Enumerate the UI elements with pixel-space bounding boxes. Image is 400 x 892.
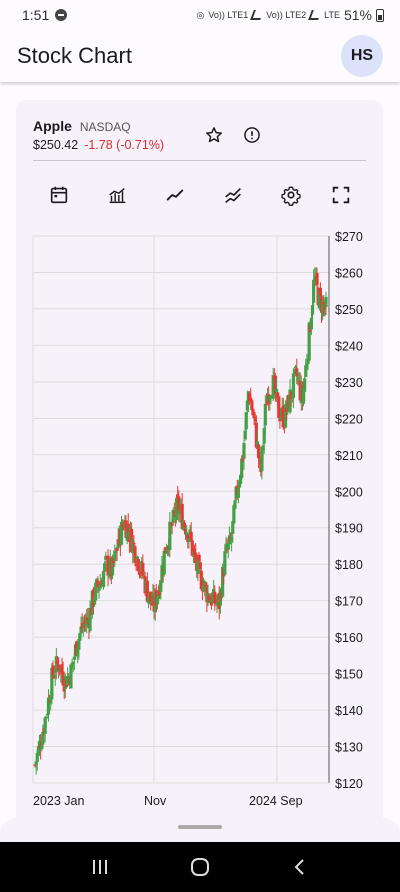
y-tick-label: $210 [335, 449, 363, 463]
back-icon[interactable] [290, 857, 310, 877]
notification-icon [55, 9, 68, 21]
bottom-sheet[interactable] [0, 818, 400, 842]
system-nav-bar [0, 842, 400, 892]
x-tick-label: Nov [144, 794, 167, 808]
candle-body [132, 542, 136, 545]
home-icon[interactable] [189, 856, 211, 878]
compare-icon[interactable] [222, 184, 244, 206]
battery-icon [376, 8, 384, 22]
y-tick-label: $250 [335, 303, 363, 317]
ticker-price: $250.42 [33, 138, 79, 152]
candle-body [315, 272, 319, 286]
y-tick-label: $130 [335, 741, 363, 755]
y-tick-label: $140 [335, 704, 363, 718]
ticker-header: Apple NASDAQ [33, 118, 131, 134]
ticker-symbol: Apple [33, 118, 72, 134]
y-tick-label: $270 [335, 230, 363, 244]
battery-percent: 51% [343, 7, 372, 23]
y-tick-label: $260 [335, 266, 363, 280]
y-tick-label: $150 [335, 668, 363, 682]
candle-body [242, 443, 246, 459]
sim1-label: Vo)) LTE1 [208, 10, 249, 20]
candle-body [162, 550, 166, 575]
fullscreen-icon[interactable] [330, 184, 352, 206]
y-tick-label: $220 [335, 412, 363, 426]
candle-body [263, 404, 267, 426]
header-divider [33, 160, 366, 161]
y-tick-label: $160 [335, 631, 363, 645]
lte-label: LTE [324, 10, 340, 20]
y-tick-label: $240 [335, 339, 363, 353]
candlestick-chart-icon[interactable] [106, 184, 128, 206]
status-indicators: ◎ Vo)) LTE1 Vo)) LTE2 LTE 51% [197, 7, 384, 23]
y-tick-label: $230 [335, 376, 363, 390]
candle-body [303, 378, 307, 392]
y-tick-label: $180 [335, 558, 363, 572]
ticker-exchange: NASDAQ [79, 120, 131, 134]
hotspot-icon: ◎ [196, 9, 205, 20]
recents-icon[interactable] [90, 857, 110, 877]
app-title: Stock Chart [17, 43, 132, 68]
candle-body [310, 305, 315, 315]
sim2-label: Vo)) LTE2 [266, 10, 307, 20]
star-icon[interactable] [204, 125, 224, 145]
candle-body [324, 296, 328, 308]
alert-icon[interactable] [242, 125, 262, 145]
candle-body [189, 532, 193, 541]
candle-body [244, 412, 248, 430]
signal-icon [250, 10, 265, 20]
y-tick-label: $200 [335, 485, 363, 499]
candle-body [264, 403, 269, 406]
status-bar: 1:51 ◎ Vo)) LTE1 Vo)) LTE2 LTE 51% [0, 0, 400, 30]
app-bar: Stock Chart HS [0, 30, 400, 82]
y-tick-label: $120 [335, 777, 363, 791]
candle-body [44, 717, 48, 719]
avatar[interactable]: HS [341, 35, 383, 77]
price-row: $250.42 -1.78 (-0.71%) [33, 138, 164, 152]
price-chart[interactable]: $270 $260 $250 $240 $230 $220 $210 $200 $190 $180… [0, 220, 400, 815]
candle-body [136, 559, 140, 572]
settings-icon[interactable] [280, 184, 302, 206]
sheet-handle[interactable] [178, 825, 222, 829]
x-tick-label: 2024 Sep [249, 794, 303, 808]
y-tick-label: $170 [335, 595, 363, 609]
calendar-icon[interactable] [48, 184, 70, 206]
line-chart-icon[interactable] [164, 184, 186, 206]
ticker-change: -1.78 (-0.71%) [84, 138, 165, 152]
status-time: 1:51 [22, 7, 50, 23]
x-tick-label: 2023 Jan [33, 794, 84, 808]
y-tick-label: $190 [335, 522, 363, 536]
signal-icon [308, 10, 322, 20]
